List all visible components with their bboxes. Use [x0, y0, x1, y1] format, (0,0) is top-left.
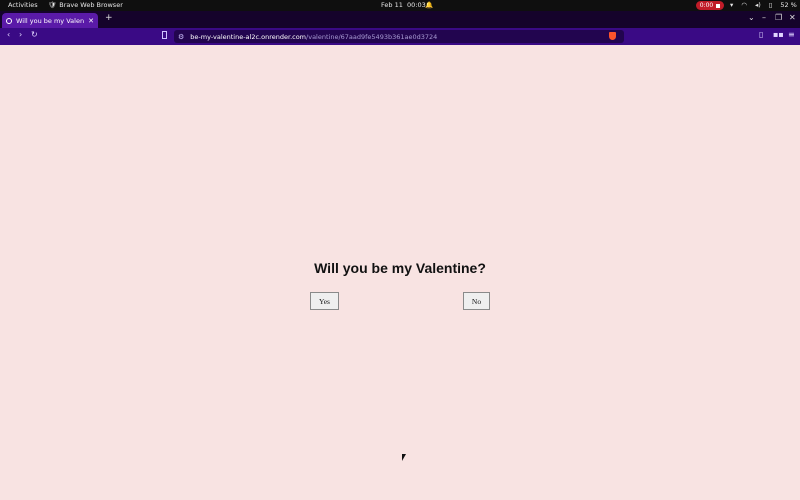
tab-close-icon[interactable]: ✕ — [88, 17, 94, 25]
date: Feb 11 — [381, 1, 403, 9]
bookmark-icon[interactable] — [162, 31, 167, 39]
valentine-question: Will you be my Valentine? — [314, 260, 486, 276]
close-window-icon[interactable]: ✕ — [789, 13, 796, 22]
battery-percent: 52 % — [780, 1, 797, 9]
wallet-icon[interactable]: ▪▪ — [773, 30, 784, 39]
screen-recording-indicator[interactable]: 0:00 — [696, 1, 724, 10]
recording-time: 0:00 — [699, 2, 714, 9]
tab-active[interactable]: Will you be my Valentine ✕ — [2, 13, 98, 28]
url-path: /valentine/67aad9fe5493b361ae0d3724 — [306, 32, 438, 41]
yes-button[interactable]: Yes — [310, 292, 339, 310]
clock[interactable]: Feb 11 00:03 — [381, 1, 426, 9]
tab-list-chevron-icon[interactable]: ⌄ — [748, 13, 755, 22]
volume-icon: ◂) — [754, 1, 761, 9]
new-tab-button[interactable]: + — [105, 13, 113, 23]
wifi-icon: ◠ — [741, 1, 747, 9]
reload-icon[interactable]: ↻ — [31, 30, 38, 39]
app-menu[interactable]: 🛡 Brave Web Browser — [48, 1, 123, 9]
url-host: be-my-valentine-al2c.onrender.com — [190, 32, 307, 41]
stop-icon — [716, 3, 721, 8]
sidebar-icon[interactable]: ▯ — [759, 30, 763, 39]
activities-button[interactable]: Activities — [8, 1, 38, 9]
minimize-icon[interactable]: – — [762, 13, 766, 22]
mouse-cursor-icon — [402, 454, 406, 461]
browser-toolbar: ‹ › ↻ ⚙ be-my-valentine-al2c.onrender.co… — [0, 28, 800, 45]
menu-icon[interactable]: ≡ — [788, 30, 795, 39]
app-name: Brave Web Browser — [59, 1, 123, 9]
system-top-bar: Activities 🛡 Brave Web Browser Feb 11 00… — [0, 0, 800, 11]
no-button[interactable]: No — [463, 292, 490, 310]
time: 00:03 — [407, 1, 426, 9]
system-tray[interactable]: ▾ ◠ ◂) ▯ 52 % — [730, 1, 797, 9]
tab-strip: Will you be my Valentine ✕ + ⌄ – ❐ ✕ — [0, 11, 800, 28]
site-settings-icon[interactable]: ⚙ — [178, 33, 184, 41]
brave-tray-icon: ▾ — [730, 1, 734, 9]
back-icon[interactable]: ‹ — [7, 30, 10, 39]
maximize-icon[interactable]: ❐ — [775, 13, 782, 22]
tab-title: Will you be my Valentine — [16, 16, 85, 25]
brave-lion-icon: 🛡 — [48, 1, 57, 9]
address-bar[interactable]: ⚙ be-my-valentine-al2c.onrender.com/vale… — [174, 30, 624, 43]
favicon-icon — [6, 17, 12, 24]
notification-bell-icon[interactable]: 🔔 — [425, 1, 433, 9]
page-content: Will you be my Valentine? Yes No — [0, 45, 800, 500]
forward-icon[interactable]: › — [19, 30, 22, 39]
brave-shields-icon[interactable] — [609, 32, 616, 40]
battery-icon: ▯ — [768, 1, 773, 9]
